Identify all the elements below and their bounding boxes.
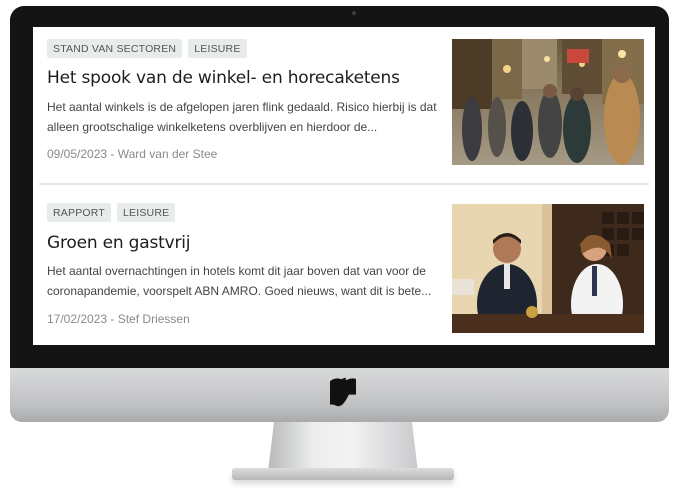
shopping-street-crowd-photo[interactable] — [452, 39, 644, 165]
screen: STAND VAN SECTOREN LEISURE Het spook van… — [33, 27, 655, 345]
article-meta: 17/02/2023 - Stef Driessen — [47, 312, 190, 326]
apple-logo-icon — [330, 377, 356, 407]
hotel-reception-photo[interactable] — [452, 204, 644, 333]
monitor-stand — [268, 422, 418, 472]
article-excerpt: Het aantal overnachtingen in hotels komt… — [47, 264, 432, 298]
article-excerpt: Het aantal winkels is de afgelopen jaren… — [47, 100, 437, 134]
tag-list: RAPPORT LEISURE — [47, 203, 176, 222]
article-title[interactable]: Groen en gastvrij — [47, 233, 190, 253]
webcam — [352, 11, 356, 15]
article-divider — [39, 183, 649, 185]
tag[interactable]: RAPPORT — [47, 203, 111, 222]
tag[interactable]: LEISURE — [188, 39, 247, 58]
article-card[interactable]: RAPPORT LEISURE Groen en gastvrij Het aa… — [33, 187, 655, 337]
article-card[interactable]: STAND VAN SECTOREN LEISURE Het spook van… — [33, 27, 655, 177]
monitor-stand-base — [232, 468, 454, 480]
tag[interactable]: LEISURE — [116, 203, 176, 222]
article-meta: 09/05/2023 - Ward van der Stee — [47, 147, 218, 161]
tag[interactable]: STAND VAN SECTOREN — [47, 39, 183, 58]
article-title[interactable]: Het spook van de winkel- en horecaketens — [47, 68, 400, 88]
tag-list: STAND VAN SECTOREN LEISURE — [47, 39, 247, 58]
